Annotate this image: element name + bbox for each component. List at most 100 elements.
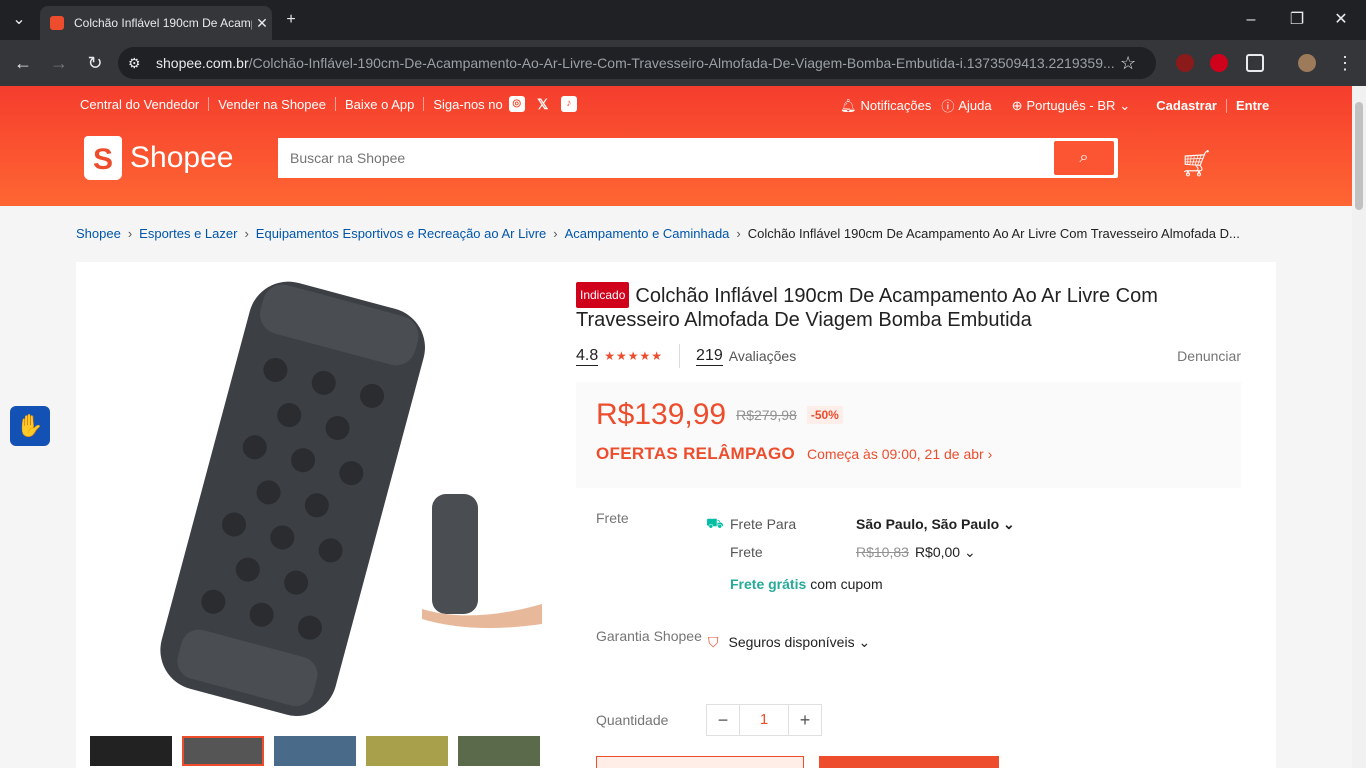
signup-link[interactable]: Cadastrar [1156, 98, 1217, 113]
shopee-favicon-icon [50, 16, 64, 30]
breadcrumb: Shopee › Esportes e Lazer › Equipamentos E… [76, 226, 1240, 241]
breadcrumb-link[interactable]: Shopee [76, 226, 121, 241]
download-app-link[interactable]: Baixe o App [345, 97, 414, 112]
ship-to-selector[interactable]: São Paulo, São Paulo ⌄ [856, 516, 1015, 533]
quantity-stepper: − 1 + [706, 704, 822, 736]
ship-to-label: Frete Para [730, 516, 797, 532]
product-main-image[interactable] [92, 274, 542, 724]
site-info-icon[interactable]: ⚙ [128, 47, 141, 79]
reviews-label: Avaliações [728, 348, 797, 364]
increase-button[interactable]: + [789, 705, 821, 735]
thumbnail[interactable] [274, 736, 356, 766]
thumbnail[interactable] [366, 736, 448, 766]
shopee-bag-icon: S [84, 136, 122, 180]
extensions-puzzle-icon[interactable] [1246, 54, 1264, 72]
tab-search-icon[interactable]: ⌄ [4, 0, 34, 40]
price-row: R$139,99 R$279,98 -50% [596, 398, 1221, 432]
thumbnail[interactable] [458, 736, 540, 766]
decrease-button[interactable]: − [707, 705, 739, 735]
follow-us-label: Siga-nos no [433, 96, 503, 112]
accessibility-hands-icon[interactable]: ✋ [10, 406, 50, 446]
free-shipping-label: Frete grátis [730, 576, 807, 592]
address-bar[interactable]: shopee.com.br/Colchão-Inflável-190cm-De-… [118, 47, 1156, 79]
shipping-fee-old: R$10,83 [856, 544, 909, 560]
report-link[interactable]: Denunciar [1177, 348, 1241, 364]
forward-icon[interactable]: → [44, 40, 74, 86]
reload-icon[interactable]: ↻ [80, 40, 110, 86]
bell-icon: 🔔︎ [840, 97, 857, 113]
chevron-right-icon: › [553, 226, 558, 241]
chevron-right-icon: › [127, 226, 133, 241]
breadcrumb-current: Colchão Inflável 190cm De Acampamento Ao… [747, 226, 1240, 241]
star-rating-icon: ★★★★★ [604, 349, 664, 363]
extension-icon[interactable] [1176, 54, 1194, 72]
chevron-right-icon: › [244, 226, 249, 241]
login-link[interactable]: Entre [1236, 98, 1269, 113]
breadcrumb-link[interactable]: Equipamentos Esportivos e Recreação ao A… [256, 226, 547, 241]
minimize-icon[interactable]: – [1236, 0, 1266, 40]
adblock-extension-icon[interactable] [1210, 54, 1228, 72]
ratings-row: 4.8 ★★★★★ 219 Avaliações Denunciar [576, 344, 1241, 368]
buy-now-button[interactable] [819, 756, 999, 768]
sell-link[interactable]: Vender na Shopee [218, 97, 326, 112]
cart-icon[interactable]: 🛒︎ [1180, 148, 1213, 179]
product-title: Indicado Colchão Inflável 190cm De Acampa… [576, 282, 1241, 332]
quantity-label: Quantidade [596, 712, 669, 728]
guarantee-row: Garantia Shopee ⛉ Seguros disponíveis ⌄ [576, 628, 1241, 656]
free-shipping-suffix: com cupom [810, 576, 883, 592]
shipping-row: Frete ⛟ Frete Para São Paulo, São Paulo … [576, 510, 1241, 598]
flash-sale-row[interactable]: OFERTAS RELÂMPAGO Começa às 09:00, 21 de… [596, 444, 1221, 464]
scrollbar-thumb[interactable] [1355, 102, 1363, 210]
shipping-fee-new[interactable]: R$0,00 ⌄ [915, 544, 976, 561]
logo-text: Shopee [130, 141, 234, 174]
new-tab-icon[interactable]: + [276, 0, 306, 40]
divider [423, 97, 425, 111]
shopee-logo[interactable]: S Shopee [84, 136, 233, 180]
back-icon[interactable]: ← [8, 40, 38, 86]
notifications-link[interactable]: Notificações [861, 98, 932, 113]
top-nav-left: Central do Vendedor Vender na Shopee Bai… [80, 96, 577, 112]
browser-menu-icon[interactable]: ⋮ [1330, 40, 1360, 86]
divider [334, 97, 336, 111]
browser-tab[interactable]: Colchão Inflável 190cm De Acampamento ✕ [40, 6, 272, 40]
divider [679, 344, 681, 368]
thumbnail-active[interactable] [182, 736, 264, 766]
breadcrumb-link[interactable]: Acampamento e Caminhada [565, 226, 730, 241]
profile-avatar[interactable] [1298, 54, 1316, 72]
current-price: R$139,99 [596, 398, 727, 431]
flash-sale-label: OFERTAS RELÂMPAGO [596, 444, 796, 463]
add-to-cart-button[interactable] [596, 756, 804, 768]
search-icon: ⌕ [1079, 149, 1089, 166]
top-nav-right: 🔔︎ Notificações ⓘ Ajuda ⊕ Português - BR… [840, 96, 1269, 115]
tiktok-icon[interactable]: ♪ [560, 96, 577, 112]
chevron-right-icon: › [736, 226, 741, 241]
thumbnail[interactable] [90, 736, 172, 766]
tab-title: Colchão Inflável 190cm De Acampamento [74, 16, 252, 30]
insurance-selector[interactable]: Seguros disponíveis ⌄ [729, 634, 871, 651]
search-bar: ⌕ [278, 138, 1118, 178]
close-window-icon[interactable]: ✕ [1326, 0, 1356, 40]
search-input[interactable] [278, 138, 1038, 178]
shopee-header: Central do Vendedor Vender na Shopee Bai… [0, 86, 1352, 206]
instagram-icon[interactable]: ◎ [508, 96, 525, 112]
guarantee-label: Garantia Shopee [596, 628, 702, 644]
help-icon: ⓘ [941, 99, 955, 114]
help-link[interactable]: Ajuda [958, 98, 991, 113]
globe-icon: ⊕ [1011, 97, 1023, 113]
bookmark-star-icon[interactable]: ☆ [1120, 47, 1136, 79]
chevron-down-icon: ⌄ [1119, 97, 1131, 113]
page-scrollbar[interactable] [1352, 86, 1366, 768]
divider [208, 97, 210, 111]
restore-icon[interactable]: ❐ [1282, 0, 1312, 40]
x-twitter-icon[interactable]: 𝕏 [535, 96, 551, 112]
thumbnail-strip [90, 736, 540, 766]
product-card: Indicado Colchão Inflável 190cm De Acampa… [76, 262, 1276, 768]
search-button[interactable]: ⌕ [1054, 141, 1114, 175]
language-selector[interactable]: Português - BR [1027, 98, 1116, 113]
reviews-count[interactable]: 219 [696, 347, 723, 366]
quantity-input[interactable]: 1 [739, 705, 789, 735]
breadcrumb-link[interactable]: Esportes e Lazer [139, 226, 237, 241]
seller-center-link[interactable]: Central do Vendedor [80, 97, 199, 112]
rating-value[interactable]: 4.8 [576, 347, 599, 366]
close-tab-icon[interactable]: ✕ [252, 15, 272, 32]
